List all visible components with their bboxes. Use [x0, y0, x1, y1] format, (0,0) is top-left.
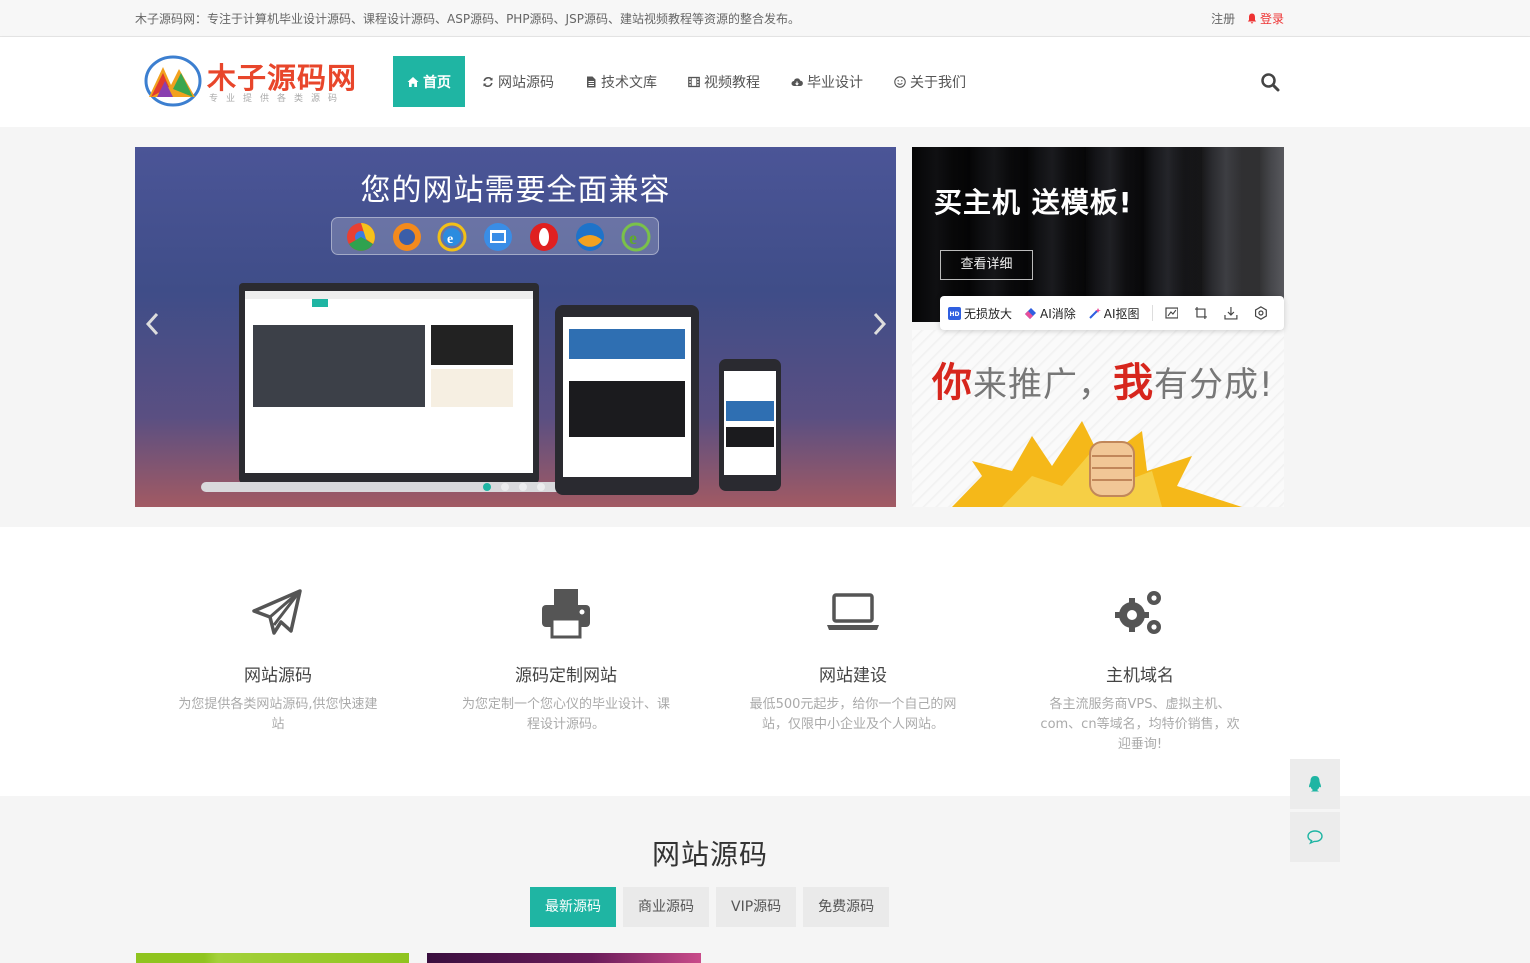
nav-item-home[interactable]: 首页 — [393, 56, 465, 107]
section-title: 网站源码 — [651, 838, 768, 871]
slider-dot[interactable] — [501, 483, 509, 491]
magic-wand-icon — [1089, 307, 1101, 319]
nav-item-label: 技术文库 — [601, 74, 657, 91]
slider-dots — [483, 483, 545, 491]
hero-slider[interactable]: 您的网站需要全面兼容 e e — [135, 147, 896, 507]
slider-dot[interactable] — [519, 483, 527, 491]
source-tabs: 最新源码 商业源码 VIP源码 免费源码 — [530, 887, 896, 927]
toolbar-divider — [1151, 305, 1153, 321]
nav-item-graduation-design[interactable]: 毕业设计 — [777, 56, 877, 107]
film-icon — [688, 76, 700, 87]
site-intro: 木子源码网：专注于计算机毕业设计源码、课程设计源码、ASP源码、PHP源码、JS… — [135, 12, 800, 26]
nav-item-label: 关于我们 — [910, 74, 966, 91]
header: 木子源码网 专业提供各类源码 首页 网站源码 技术文库 视频教程 毕业设计 关于… — [0, 37, 1530, 127]
affiliate-promo-banner[interactable]: 你来推广，我有分成! — [912, 330, 1284, 507]
slider-next-icon[interactable] — [869, 309, 889, 339]
login-link[interactable]: 登录 — [1247, 12, 1284, 26]
svg-text:e: e — [629, 228, 637, 248]
service-desc: 为您提供各类网站源码,供您快速建站 — [178, 697, 378, 732]
home-icon — [407, 76, 419, 87]
view-details-button[interactable]: 查看详细 — [940, 250, 1033, 280]
bell-icon — [1247, 13, 1257, 24]
nav-item-website-source[interactable]: 网站源码 — [468, 56, 568, 107]
hd-icon: HD — [948, 306, 961, 320]
promo-text-b: 有分成! — [1154, 365, 1274, 405]
refresh-icon — [483, 76, 493, 87]
nav-item-label: 视频教程 — [704, 74, 760, 91]
nav-item-label: 首页 — [423, 74, 451, 91]
promo-me: 我 — [1113, 360, 1154, 406]
logo-tagline: 专业提供各类源码 — [209, 94, 346, 104]
source-card-thumbnail[interactable] — [136, 953, 409, 963]
eraser-icon — [1025, 307, 1037, 319]
nav-item-about-us[interactable]: 关于我们 — [880, 56, 980, 107]
browser-icon-strip: e e — [331, 217, 659, 255]
auth-links: 注册 登录 — [1211, 10, 1284, 27]
fist-coins-illustration — [952, 421, 1242, 507]
slider-dot[interactable] — [483, 483, 491, 491]
nav-item-tech-library[interactable]: 技术文库 — [571, 56, 671, 107]
site-logo[interactable]: 木子源码网 专业提供各类源码 — [143, 53, 375, 109]
tab-free-source[interactable]: 免费源码 — [803, 887, 890, 927]
promo-you: 你 — [932, 360, 973, 406]
tool-label: AI消除 — [1040, 306, 1076, 321]
service-website-source[interactable]: 网站源码 为您提供各类网站源码,供您快速建站 — [163, 585, 393, 735]
paper-plane-icon — [252, 589, 302, 635]
service-name: 网站源码 — [244, 666, 312, 686]
tab-commercial-source[interactable]: 商业源码 — [623, 887, 709, 927]
register-link[interactable]: 注册 — [1211, 12, 1235, 26]
service-custom-website[interactable]: 源码定制网站 为您定制一个您心仪的毕业设计、课程设计源码。 — [451, 585, 681, 735]
device-mockups — [201, 283, 781, 495]
gears-icon — [1115, 591, 1161, 634]
service-hosting-domains[interactable]: 主机域名 各主流服务商VPS、虚拟主机、com、cn等域名，均特价销售，欢迎垂询… — [1025, 585, 1255, 755]
tab-vip-source[interactable]: VIP源码 — [716, 887, 797, 927]
settings-icon[interactable] — [1254, 306, 1268, 320]
nav-item-video-tutorials[interactable]: 视频教程 — [674, 56, 774, 107]
image-tools-toolbar: HD 无损放大 AI消除 AI抠图 — [940, 296, 1284, 330]
download-icon[interactable] — [1224, 306, 1238, 320]
tool-label: AI抠图 — [1103, 306, 1140, 321]
logo-mark-icon — [144, 55, 202, 107]
slider-prev-icon[interactable] — [143, 309, 163, 339]
printer-icon — [542, 589, 590, 639]
top-bar: 木子源码网：专注于计算机毕业设计源码、课程设计源码、ASP源码、PHP源码、JS… — [0, 0, 1530, 37]
service-name: 网站建设 — [819, 666, 887, 686]
crop-icon[interactable] — [1194, 306, 1208, 320]
nav-item-label: 网站源码 — [498, 74, 554, 91]
cloud-download-icon — [791, 77, 803, 86]
slider-dot[interactable] — [537, 483, 545, 491]
laptop-icon — [827, 593, 879, 630]
service-name: 源码定制网站 — [515, 666, 617, 686]
slider-headline: 您的网站需要全面兼容 — [360, 173, 671, 208]
banner-area: 您的网站需要全面兼容 e e 买主机 送模板! 查看详细 HD 无损放大 AI消… — [0, 127, 1530, 527]
ai-cutout-tool[interactable]: AI抠图 — [1088, 305, 1140, 322]
float-qq-button[interactable] — [1290, 759, 1340, 809]
source-card-thumbnail[interactable] — [427, 953, 701, 963]
tab-latest-source[interactable]: 最新源码 — [530, 887, 616, 927]
promo-text-a: 来推广， — [973, 365, 1113, 405]
service-desc: 为您定制一个您心仪的毕业设计、课程设计源码。 — [461, 697, 670, 732]
ai-erase-tool[interactable]: AI消除 — [1024, 305, 1076, 322]
svg-text:e: e — [447, 232, 453, 247]
svg-text:HD: HD — [950, 311, 960, 318]
login-label: 登录 — [1259, 12, 1284, 26]
edit-image-icon[interactable] — [1164, 306, 1179, 320]
smile-icon — [894, 75, 906, 88]
search-icon[interactable] — [1260, 72, 1280, 92]
main-nav: 首页 网站源码 技术文库 视频教程 毕业设计 关于我们 — [393, 56, 983, 107]
service-desc: 各主流服务商VPS、虚拟主机、com、cn等域名，均特价销售，欢迎垂询! — [1040, 697, 1240, 752]
qq-penguin-icon — [1309, 776, 1321, 792]
lossless-zoom-tool[interactable]: HD 无损放大 — [948, 305, 1012, 322]
affiliate-promo-text: 你来推广，我有分成! — [932, 350, 1274, 408]
service-name: 主机域名 — [1106, 666, 1174, 686]
services-section: 网站源码 为您提供各类网站源码,供您快速建站 源码定制网站 为您定制一个您心仪的… — [0, 527, 1530, 796]
service-website-building[interactable]: 网站建设 最低500元起步，给你一个自己的网站，仅限中小企业及个人网站。 — [738, 585, 968, 735]
nav-item-label: 毕业设计 — [807, 74, 863, 91]
hosting-promo-title: 买主机 送模板! — [934, 186, 1133, 219]
document-icon — [587, 76, 596, 87]
service-desc: 最低500元起步，给你一个自己的网站，仅限中小企业及个人网站。 — [749, 697, 957, 732]
browser-logos-icon: e e — [347, 222, 651, 252]
tool-label: 无损放大 — [964, 306, 1013, 321]
